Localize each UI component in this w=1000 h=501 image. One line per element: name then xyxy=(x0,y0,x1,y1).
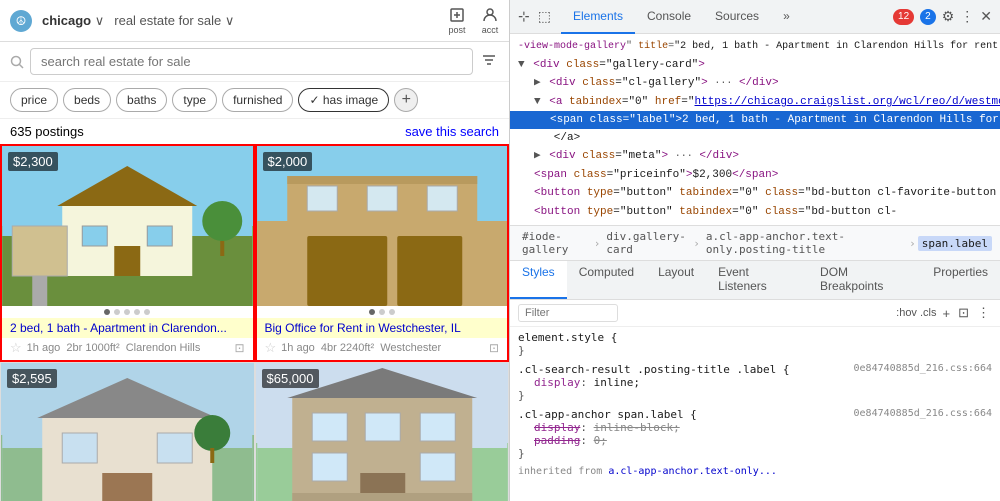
search-input[interactable] xyxy=(30,48,473,75)
card-image-2: $2,000 xyxy=(257,146,508,306)
baths-filter[interactable]: baths xyxy=(116,88,167,112)
styles-filter-right: :hov .cls + ⊡ ⋮ xyxy=(896,303,992,323)
selector-iode-gallery[interactable]: #iode-gallery xyxy=(518,229,592,257)
share-icon-1: ⊡ xyxy=(234,341,244,355)
craigslist-panel: ☮ chicago ∨ real estate for sale ∨ post … xyxy=(0,0,510,501)
devtools-topbar: ⊹ ⬚ Elements Console Sources » 12 2 ⚙ ⋮ … xyxy=(510,0,1000,34)
dom-line: ▶ <div class="meta"> ··· </div> xyxy=(510,147,1000,166)
dom-tree[interactable]: -view-mode-gallery" title="2 bed, 1 bath… xyxy=(510,34,1000,226)
furnished-filter[interactable]: furnished xyxy=(222,88,293,112)
favorite-icon-1: ☆ xyxy=(10,340,22,356)
type-filter[interactable]: type xyxy=(172,88,217,112)
styles-filter-bar: :hov .cls + ⊡ ⋮ xyxy=(510,300,1000,327)
devtools-tabs: Elements Console Sources » xyxy=(561,0,802,34)
beds-filter[interactable]: beds xyxy=(63,88,111,112)
favorite-icon-2: ☆ xyxy=(265,340,277,356)
gallery-card[interactable]: $2,300 2 bed, 1 bath - Apartment in Clar… xyxy=(0,144,255,362)
card-meta-2: ☆ 1h ago 4br 2240ft² Westchester ⊡ xyxy=(257,338,508,360)
css-rule-element-style: element.style { } xyxy=(518,331,992,357)
add-filter-button[interactable]: + xyxy=(394,88,418,112)
save-search-link[interactable]: save this search xyxy=(405,124,499,139)
filter-pills: price beds baths type furnished ✓ has im… xyxy=(0,82,509,119)
add-rule-button[interactable]: + xyxy=(941,304,953,323)
has-image-filter[interactable]: ✓ has image xyxy=(298,88,389,112)
category-selector[interactable]: real estate for sale ∨ xyxy=(114,13,234,29)
tab-event-listeners[interactable]: Event Listeners xyxy=(706,261,808,299)
dom-line: <button type="button" tabindex="0" class… xyxy=(510,184,1000,203)
dom-line: <button type="button" tabindex="0" class… xyxy=(510,203,1000,221)
card-price-1: $2,300 xyxy=(8,152,58,171)
cl-logo: ☮ xyxy=(10,10,32,32)
device-toolbar-icon[interactable]: ⬚ xyxy=(538,8,551,25)
card-price-4: $65,000 xyxy=(262,369,319,388)
account-button[interactable]: acct xyxy=(481,6,499,35)
error-badge: 12 xyxy=(893,9,914,25)
css-filter-input[interactable] xyxy=(518,304,618,322)
more-options-button[interactable]: ⋮ xyxy=(975,303,992,323)
css-rule-2: .cl-search-result .posting-title .label … xyxy=(518,363,992,402)
copy-styles-button[interactable]: ⊡ xyxy=(956,303,971,323)
cl-header: ☮ chicago ∨ real estate for sale ∨ post … xyxy=(0,0,509,42)
postings-count: 635 postings xyxy=(10,124,84,139)
tab-properties[interactable]: Properties xyxy=(921,261,1000,299)
close-devtools-icon[interactable]: ✕ xyxy=(980,8,992,25)
card-title-2: Big Office for Rent in Westchester, IL xyxy=(257,318,508,338)
tab-computed[interactable]: Computed xyxy=(567,261,646,299)
card-title-1: 2 bed, 1 bath - Apartment in Clarendon..… xyxy=(2,318,253,338)
dom-line: ▼ <a tabindex="0" href="https://chicago.… xyxy=(510,93,1000,111)
devtools-inspect-icons: ⊹ ⬚ xyxy=(518,8,551,25)
selector-a-cl-app[interactable]: a.cl-app-anchor.text-only.posting-title xyxy=(702,229,907,257)
devtools-right-icons: 12 2 ⚙ ⋮ ✕ xyxy=(893,8,992,25)
card-price-3: $2,595 xyxy=(7,369,57,388)
vertical-dots-icon[interactable]: ⋮ xyxy=(960,8,974,25)
tab-styles[interactable]: Styles xyxy=(510,261,567,299)
post-button[interactable]: post xyxy=(448,6,466,35)
selector-div-gallery-card[interactable]: div.gallery-card xyxy=(602,229,691,257)
dom-line: </a> xyxy=(510,129,1000,147)
header-icons: post acct xyxy=(448,6,499,35)
css-rule-inherited: inherited from a.cl-app-anchor.text-only… xyxy=(518,466,992,477)
card-price-2: $2,000 xyxy=(263,152,313,171)
devtools-panel: ⊹ ⬚ Elements Console Sources » 12 2 ⚙ ⋮ … xyxy=(510,0,1000,501)
css-rules: element.style { } .cl-search-result .pos… xyxy=(510,327,1000,501)
gallery-grid: $2,300 2 bed, 1 bath - Apartment in Clar… xyxy=(0,144,509,501)
dom-line: ▶ <div class="cl-gallery"> ··· </div> xyxy=(510,74,1000,93)
styles-tabs: Styles Computed Layout Event Listeners D… xyxy=(510,261,1000,300)
tab-dom-breakpoints[interactable]: DOM Breakpoints xyxy=(808,261,921,299)
card-image-4: $65,000 xyxy=(256,363,509,501)
tab-elements[interactable]: Elements xyxy=(561,0,635,34)
tab-more[interactable]: » xyxy=(771,0,802,34)
inspect-element-icon[interactable]: ⊹ xyxy=(518,8,530,25)
filter-options-button[interactable] xyxy=(479,51,499,72)
gallery-card[interactable]: $2,000 Big Office for Rent in Westcheste… xyxy=(255,144,510,362)
card-dots-2 xyxy=(257,306,508,318)
card-dots-1 xyxy=(2,306,253,318)
selector-span-label[interactable]: span.label xyxy=(918,236,992,251)
pseudo-classes-toggle[interactable]: :hov .cls xyxy=(896,307,936,319)
search-bar xyxy=(0,42,509,82)
dom-line: ▼ <div class="gallery-card"> xyxy=(510,56,1000,74)
card-image-3: $2,595 xyxy=(1,363,254,501)
search-icon xyxy=(10,55,24,69)
tab-console[interactable]: Console xyxy=(635,0,703,34)
share-icon-2: ⊡ xyxy=(489,341,499,355)
warning-badge: 2 xyxy=(920,9,936,25)
css-rule-3: .cl-app-anchor span.label { 0e84740885d_… xyxy=(518,408,992,460)
dom-line: -view-mode-gallery" title="2 bed, 1 bath… xyxy=(510,38,1000,56)
settings-icon[interactable]: ⚙ xyxy=(942,8,955,25)
card-meta-1: ☆ 1h ago 2br 1000ft² Clarendon Hills ⊡ xyxy=(2,338,253,360)
card-image-1: $2,300 xyxy=(2,146,253,306)
dom-line-highlighted: <span class="label">2 bed, 1 bath - Apar… xyxy=(510,111,1000,129)
gallery-card[interactable]: $65,000 ☆ xyxy=(255,362,510,501)
dom-line: <span class="priceinfo">$2,300</span> xyxy=(510,166,1000,184)
gallery-card[interactable]: $2,595 ☆ xyxy=(0,362,255,501)
postings-header: 635 postings save this search xyxy=(0,119,509,144)
tab-sources[interactable]: Sources xyxy=(703,0,771,34)
selector-path: #iode-gallery › div.gallery-card › a.cl-… xyxy=(510,226,1000,261)
location-selector[interactable]: chicago ∨ xyxy=(42,13,104,29)
tab-layout[interactable]: Layout xyxy=(646,261,706,299)
price-filter[interactable]: price xyxy=(10,88,58,112)
